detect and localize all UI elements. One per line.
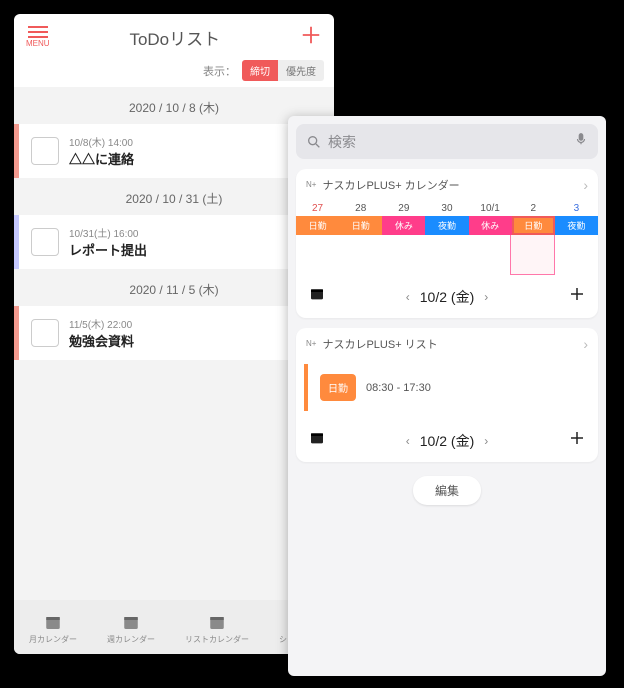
search-bar[interactable]: 検索	[296, 124, 598, 159]
prev-day-button[interactable]: ‹	[406, 434, 410, 448]
shift-badge: 日勤	[320, 374, 356, 401]
card-header[interactable]: N+ ナスカレPLUS+ リスト ›	[296, 328, 598, 360]
plus-icon	[300, 24, 322, 46]
today-button[interactable]	[308, 430, 326, 451]
shift-cell-selected[interactable]: 日勤	[512, 216, 555, 235]
shift-cell[interactable]: 日勤	[339, 216, 382, 235]
list-item[interactable]: 日勤 08:30 - 17:30	[304, 364, 590, 411]
display-mode-row: 表示： 締切 優先度	[14, 60, 334, 87]
mic-icon	[574, 130, 588, 148]
display-label: 表示：	[203, 63, 236, 79]
segment-control[interactable]: 締切 優先度	[242, 60, 324, 81]
widget-screen: 検索 N+ ナスカレPLUS+ カレンダー › 27 28 29 30 10/1…	[288, 116, 606, 676]
card-header[interactable]: N+ ナスカレPLUS+ カレンダー ›	[296, 169, 598, 201]
todo-app-screen: MENU ToDoリスト 表示： 締切 優先度 2020 / 10 / 8 (木…	[14, 14, 334, 654]
brand-icon: N+	[306, 181, 316, 189]
brand-icon: N+	[306, 340, 316, 348]
card-title: ナスカレPLUS+ リスト	[322, 336, 437, 352]
todo-text: 11/5(木) 22:00 勉強会資料	[69, 316, 134, 350]
shift-cell[interactable]: 夜勤	[425, 216, 468, 235]
calendar-icon	[207, 614, 227, 632]
todo-meta: 10/31(土) 16:00	[69, 225, 147, 240]
add-item-button[interactable]	[568, 429, 586, 452]
add-button[interactable]	[300, 24, 322, 51]
todo-text: 10/8(木) 14:00 △△に連絡	[69, 134, 134, 168]
calendar-icon	[308, 430, 326, 446]
calendar-icon	[308, 286, 326, 302]
calendar-icon	[121, 614, 141, 632]
tab-week-calendar[interactable]: 週カレンダー	[107, 614, 155, 645]
todo-title: 勉強会資料	[69, 331, 134, 350]
segment-priority[interactable]: 優先度	[278, 60, 324, 81]
menu-label: MENU	[26, 39, 50, 48]
segment-deadline[interactable]: 締切	[242, 60, 278, 81]
shift-time: 08:30 - 17:30	[366, 382, 431, 394]
todo-text: 10/31(土) 16:00 レポート提出	[69, 225, 147, 259]
chevron-right-icon: ›	[583, 336, 588, 352]
plus-icon	[568, 429, 586, 447]
edit-button[interactable]: 編集	[413, 476, 481, 505]
tab-month-calendar[interactable]: 月カレンダー	[29, 614, 77, 645]
shift-cell[interactable]: 休み	[382, 216, 425, 235]
page-title: ToDoリスト	[129, 25, 220, 50]
date-header: 2020 / 10 / 31 (土)	[14, 178, 334, 215]
todo-title: △△に連絡	[69, 149, 134, 168]
todo-item[interactable]: 10/8(木) 14:00 △△に連絡	[14, 124, 334, 178]
card-title: ナスカレPLUS+ カレンダー	[322, 177, 459, 193]
checkbox[interactable]	[31, 137, 59, 165]
next-day-button[interactable]: ›	[484, 290, 488, 304]
selected-highlight	[510, 235, 555, 275]
calendar-icon	[43, 614, 63, 632]
shift-cell[interactable]: 夜勤	[555, 216, 598, 235]
todo-title: レポート提出	[69, 240, 147, 259]
shift-row: 日勤 日勤 休み 夜勤 休み 日勤 夜勤	[296, 216, 598, 235]
date-nav: ‹ 10/2 (金) ›	[296, 419, 598, 462]
todo-list: 2020 / 10 / 8 (木) 10/8(木) 14:00 △△に連絡 20…	[14, 87, 334, 600]
date-nav: ‹ 10/2 (金) ›	[296, 275, 598, 318]
plus-icon	[568, 285, 586, 303]
shift-cell[interactable]: 日勤	[296, 216, 339, 235]
mic-button[interactable]	[574, 130, 588, 153]
date-header: 2020 / 10 / 8 (木)	[14, 87, 334, 124]
add-event-button[interactable]	[568, 285, 586, 308]
selected-day-box	[296, 235, 598, 275]
prev-day-button[interactable]: ‹	[406, 290, 410, 304]
calendar-widget-card: N+ ナスカレPLUS+ カレンダー › 27 28 29 30 10/1 2 …	[296, 169, 598, 318]
today-button[interactable]	[308, 286, 326, 307]
hamburger-icon	[28, 26, 48, 38]
week-header: 27 28 29 30 10/1 2 3	[296, 201, 598, 216]
nav-date: 10/2 (金)	[420, 287, 474, 307]
search-icon	[306, 134, 322, 150]
todo-item[interactable]: 11/5(木) 22:00 勉強会資料	[14, 306, 334, 360]
todo-meta: 11/5(木) 22:00	[69, 316, 134, 331]
menu-button[interactable]: MENU	[26, 26, 50, 48]
tab-bar: 月カレンダー 週カレンダー リストカレンダー シフト共有	[14, 600, 334, 654]
chevron-right-icon: ›	[583, 177, 588, 193]
search-placeholder: 検索	[328, 132, 568, 152]
checkbox[interactable]	[31, 319, 59, 347]
date-header: 2020 / 11 / 5 (木)	[14, 269, 334, 306]
next-day-button[interactable]: ›	[484, 434, 488, 448]
list-widget-card: N+ ナスカレPLUS+ リスト › 日勤 08:30 - 17:30 ‹ 10…	[296, 328, 598, 462]
todo-meta: 10/8(木) 14:00	[69, 134, 134, 149]
tab-list-calendar[interactable]: リストカレンダー	[185, 614, 249, 645]
nav-date: 10/2 (金)	[420, 431, 474, 451]
shift-cell[interactable]: 休み	[469, 216, 512, 235]
checkbox[interactable]	[31, 228, 59, 256]
header: MENU ToDoリスト	[14, 14, 334, 60]
todo-item[interactable]: 10/31(土) 16:00 レポート提出	[14, 215, 334, 269]
